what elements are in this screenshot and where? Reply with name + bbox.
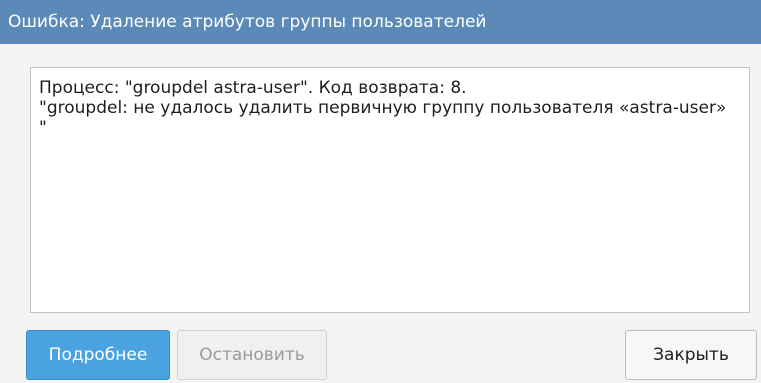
dialog-title: Ошибка: Удаление атрибутов группы пользо… [0,0,761,44]
stop-button[interactable]: Остановить [177,330,327,380]
message-line-process: Процесс: "groupdel astra-user". Код возв… [39,78,467,98]
message-line-quote: " [39,118,47,138]
error-message-area[interactable]: Процесс: "groupdel astra-user". Код возв… [30,67,750,313]
details-button[interactable]: Подробнее [26,330,170,380]
message-line-error: "groupdel: не удалось удалить первичную … [39,98,727,118]
close-button[interactable]: Закрыть [625,330,757,380]
error-dialog: Ошибка: Удаление атрибутов группы пользо… [0,0,761,383]
